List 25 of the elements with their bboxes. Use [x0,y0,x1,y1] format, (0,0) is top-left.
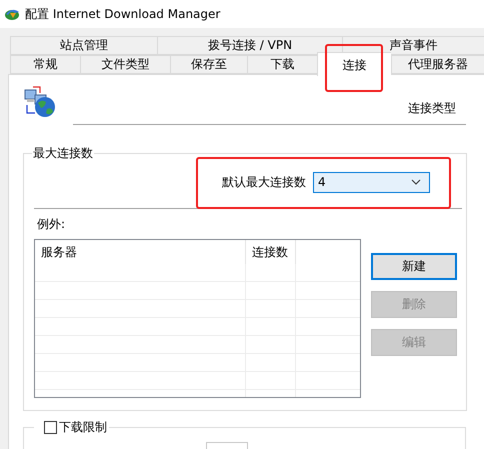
connections-dropdown[interactable]: 4 [313,172,430,192]
group-title: 最大连接数 [32,145,94,162]
network-icon [23,85,57,118]
checkbox-label: 下载限制 [59,419,107,436]
exceptions-list[interactable]: 服务器 连接数 [34,239,361,398]
window-title: 配置 Internet Download Manager [25,6,220,22]
checkbox[interactable] [44,421,57,434]
action-button[interactable]: 新建 [371,253,457,280]
app-icon [4,7,20,21]
field-label: 默认最大连接数 [222,174,306,190]
tab[interactable]: 连接 [317,52,391,76]
tab[interactable]: 下载 [247,55,317,74]
tab[interactable]: 保存至 [170,55,247,74]
tab[interactable]: 常规 [10,55,80,74]
tab[interactable]: 拨号连接 / VPN [157,36,342,55]
column-header[interactable]: 连接数 [246,240,296,264]
tab[interactable]: 文件类型 [80,55,170,74]
column-header[interactable]: 服务器 [35,240,246,264]
chevron-down-icon [411,179,421,185]
tab[interactable]: 站点管理 [10,36,157,55]
tab[interactable]: 声音事件 [342,36,484,55]
tab[interactable]: 代理服务器 [391,55,484,74]
section-heading: 连接类型 [408,100,456,117]
limit-checkbox[interactable]: 下载限制 [44,419,107,436]
list-label: 例外: [37,216,66,233]
